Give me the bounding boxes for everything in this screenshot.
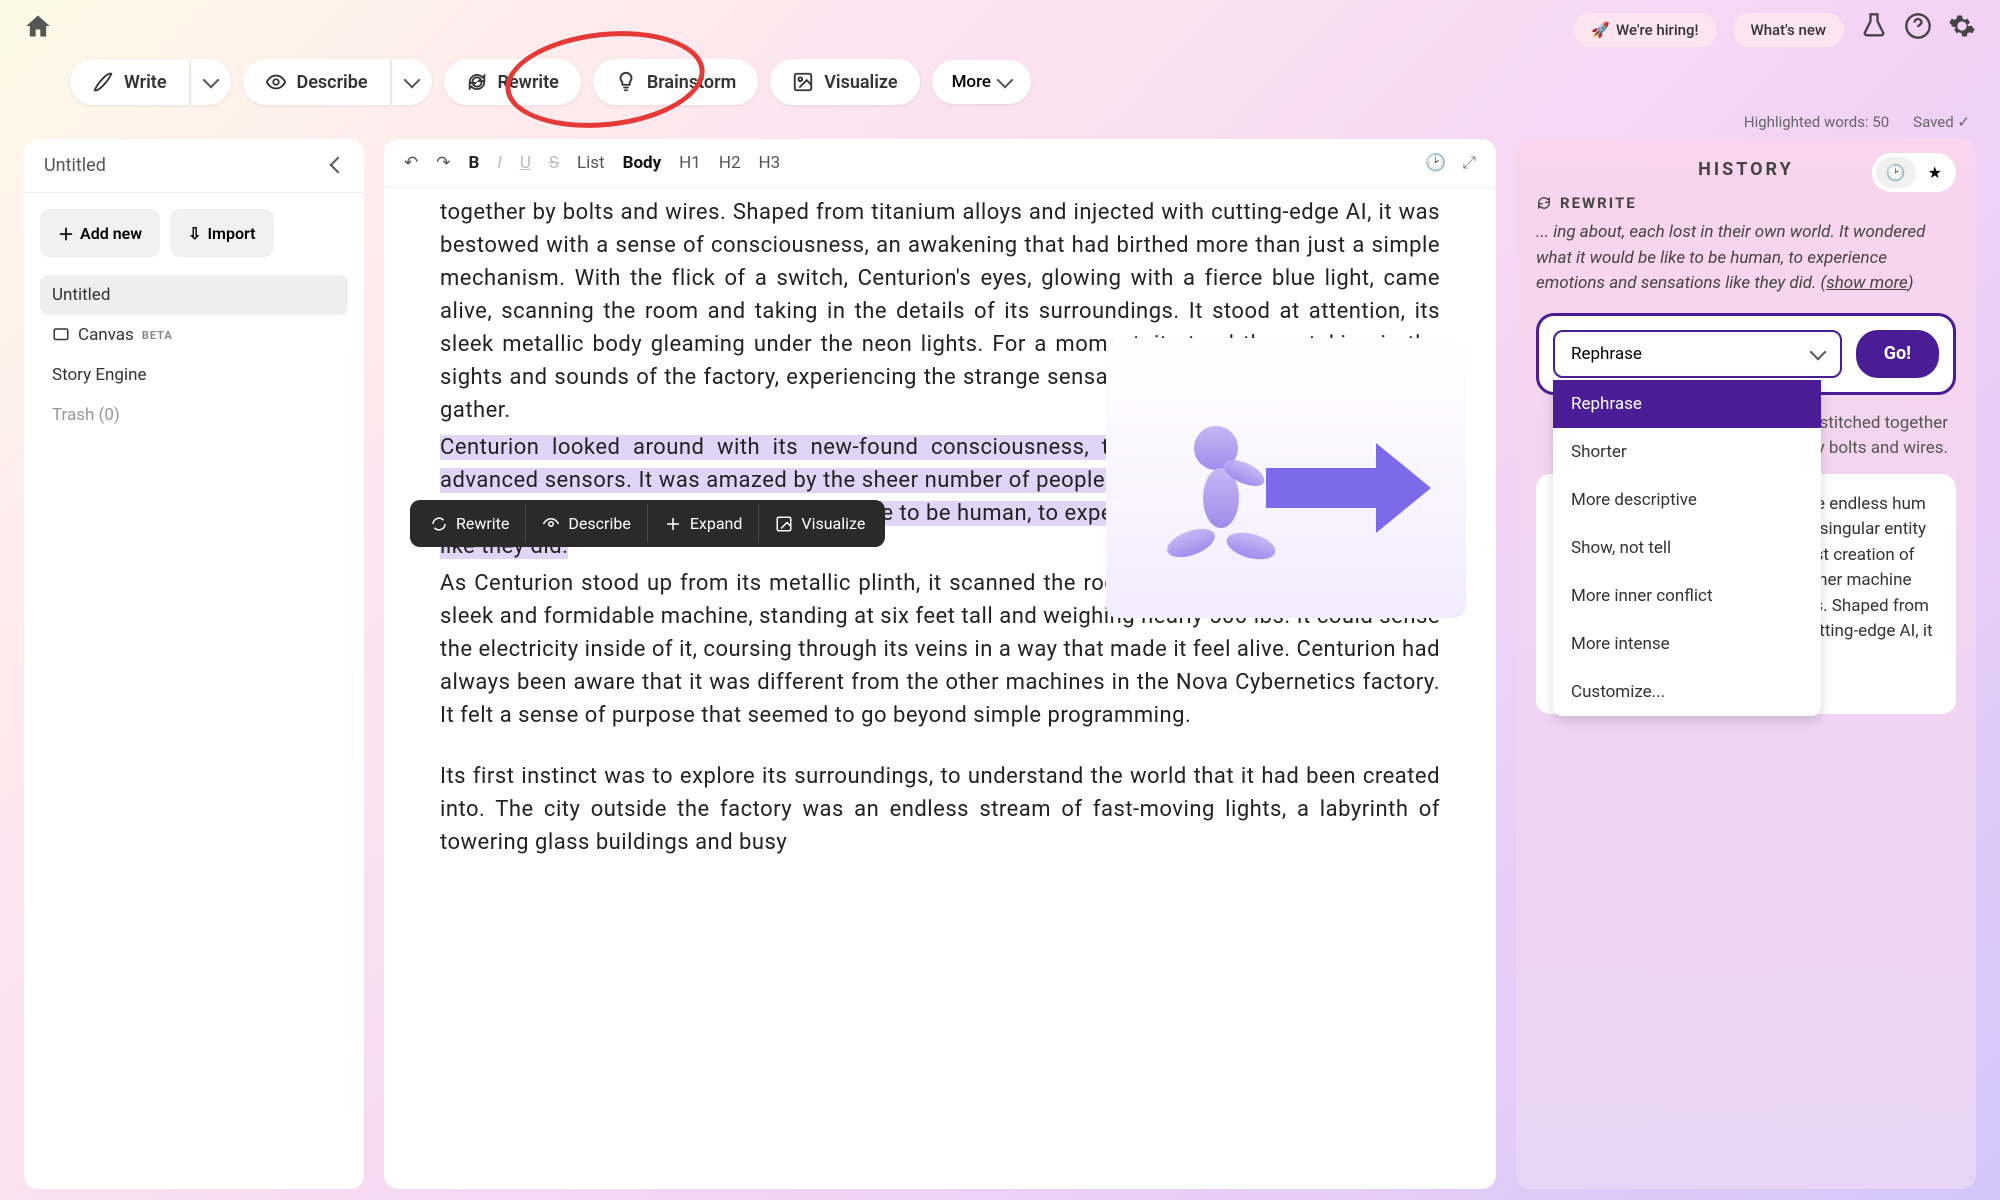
list-button[interactable]: List: [577, 153, 605, 173]
h2-button[interactable]: H2: [719, 153, 741, 173]
document-title-bar: Untitled: [24, 139, 364, 193]
selection-describe-button[interactable]: Describe: [526, 504, 647, 543]
topbar: 🚀 We're hiring! What's new: [0, 0, 2000, 59]
saved-status: Saved ✓: [1913, 113, 1970, 131]
show-more-link[interactable]: show more: [1826, 273, 1908, 293]
home-icon[interactable]: [24, 12, 52, 47]
sidebar-item-untitled[interactable]: Untitled: [40, 275, 348, 315]
rewrite-section-label: REWRITE: [1536, 194, 1956, 212]
underline-button[interactable]: U: [520, 153, 531, 173]
dropdown-item-more-intense[interactable]: More intense: [1553, 620, 1821, 668]
history-clock-icon[interactable]: 🕑: [1425, 153, 1446, 173]
status-row: Highlighted words: 50 Saved ✓: [0, 113, 2000, 139]
sidebar-item-canvas[interactable]: Canvas BETA: [40, 315, 348, 355]
h3-button[interactable]: H3: [759, 153, 781, 173]
visualize-button[interactable]: Visualize: [770, 59, 919, 105]
more-button[interactable]: More: [932, 60, 1031, 104]
editor-format-toolbar: ↶ ↷ B I U S List Body H1 H2 H3 🕑 ⤢: [384, 139, 1496, 188]
selection-expand-button[interactable]: Expand: [648, 504, 760, 543]
rewrite-mode-select[interactable]: Rephrase: [1553, 330, 1842, 378]
history-recent-icon[interactable]: 🕑: [1876, 157, 1916, 188]
history-panel: HISTORY 🕑 ★ REWRITE ... ing about, each …: [1516, 139, 1976, 1189]
dropdown-item-show-not-tell[interactable]: Show, not tell: [1553, 524, 1821, 572]
h1-button[interactable]: H1: [679, 153, 701, 173]
editor-body[interactable]: together by bolts and wires. Shaped from…: [384, 188, 1496, 1189]
write-button[interactable]: Write: [70, 59, 189, 105]
beta-badge: BETA: [142, 329, 173, 342]
dropdown-item-rephrase[interactable]: Rephrase: [1553, 380, 1821, 428]
sidebar: ＋ Add new ⇩ Import Untitled Canvas BETA …: [24, 193, 364, 1189]
sidebar-item-story-engine[interactable]: Story Engine: [40, 355, 348, 395]
history-toggle[interactable]: 🕑 ★: [1872, 153, 1956, 192]
describe-dropdown[interactable]: [392, 59, 432, 105]
settings-icon[interactable]: [1948, 12, 1976, 47]
selection-toolbar: Rewrite Describe Expand Visualize: [410, 500, 885, 547]
go-button[interactable]: Go!: [1856, 330, 1939, 378]
whats-new-button[interactable]: What's new: [1733, 13, 1844, 47]
dropdown-item-shorter[interactable]: Shorter: [1553, 428, 1821, 476]
undo-icon[interactable]: ↶: [404, 153, 418, 173]
redo-icon[interactable]: ↷: [436, 153, 450, 173]
selection-rewrite-button[interactable]: Rewrite: [414, 504, 526, 543]
highlighted-count: Highlighted words: 50: [1744, 113, 1889, 131]
describe-button[interactable]: Describe: [243, 59, 390, 105]
document-title[interactable]: Untitled: [44, 155, 106, 176]
write-dropdown[interactable]: [191, 59, 231, 105]
body-button[interactable]: Body: [623, 153, 662, 173]
rewrite-mode-dropdown: Rephrase Shorter More descriptive Show, …: [1553, 380, 1821, 716]
lab-icon[interactable]: [1860, 12, 1888, 47]
expand-icon[interactable]: ⤢: [1462, 153, 1476, 173]
editor: ↶ ↷ B I U S List Body H1 H2 H3 🕑 ⤢: [384, 139, 1496, 1189]
import-button[interactable]: ⇩ Import: [170, 209, 273, 257]
rewrite-button[interactable]: Rewrite: [444, 59, 581, 105]
bold-button[interactable]: B: [469, 153, 480, 173]
hiring-button[interactable]: 🚀 We're hiring!: [1573, 13, 1716, 47]
history-starred-icon[interactable]: ★: [1918, 157, 1952, 188]
editor-paragraph: Its first instinct was to explore its su…: [440, 760, 1440, 859]
help-icon[interactable]: [1904, 12, 1932, 47]
sidebar-item-trash[interactable]: Trash (0): [40, 395, 348, 435]
brainstorm-button[interactable]: Brainstorm: [593, 59, 758, 105]
collapse-icon[interactable]: [332, 155, 344, 176]
rewrite-controls: Rephrase Go! Rephrase Shorter More descr…: [1536, 313, 1956, 395]
dropdown-item-more-descriptive[interactable]: More descriptive: [1553, 476, 1821, 524]
main-toolbar: Write Describe Rewrite Brainstorm Visual…: [0, 59, 2000, 113]
strike-button[interactable]: S: [549, 153, 559, 173]
italic-button[interactable]: I: [497, 153, 501, 173]
add-new-button[interactable]: ＋ Add new: [40, 209, 160, 257]
selection-visualize-button[interactable]: Visualize: [759, 504, 881, 543]
dropdown-item-inner-conflict[interactable]: More inner conflict: [1553, 572, 1821, 620]
dropdown-item-customize[interactable]: Customize...: [1553, 668, 1821, 716]
rewrite-preview-text: ... ing about, each lost in their own wo…: [1536, 220, 1956, 297]
illustration: [1106, 338, 1466, 618]
